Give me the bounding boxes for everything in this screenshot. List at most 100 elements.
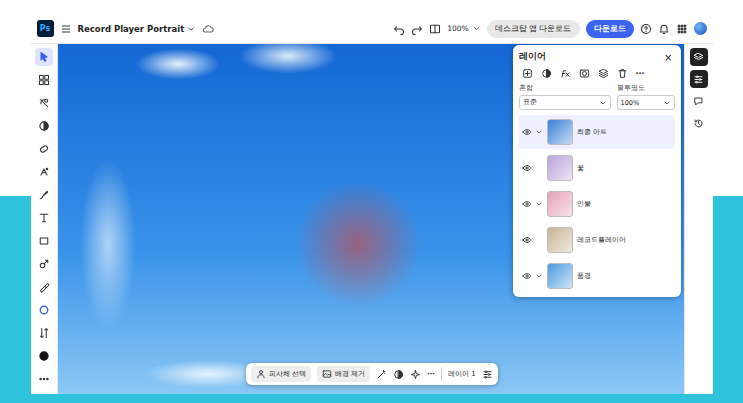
tool-button[interactable] <box>35 209 53 227</box>
mask-icon[interactable] <box>579 68 590 79</box>
tool-button[interactable] <box>35 232 53 250</box>
eyedropper-icon[interactable] <box>38 258 50 270</box>
expand-toggle[interactable] <box>536 272 543 280</box>
chevron-down-icon[interactable] <box>535 272 543 280</box>
wand-icon[interactable] <box>376 369 387 380</box>
person-icon[interactable] <box>256 369 266 379</box>
trash-icon[interactable] <box>617 68 628 79</box>
expand-toggle[interactable] <box>536 128 543 136</box>
blend-value[interactable]: 표준 <box>523 98 537 107</box>
app-logo[interactable]: Ps <box>37 20 54 37</box>
layer-row[interactable]: 최종 아트 <box>519 115 675 149</box>
comments-icon[interactable] <box>693 96 704 107</box>
canvas-photo[interactable]: 레이어×···혼합불투명도표준100%최종 아트꽃인물레코드플레이어풍경피사체 … <box>58 44 684 394</box>
undo-icon[interactable] <box>393 23 405 35</box>
layer-name[interactable]: 꽃 <box>577 163 584 173</box>
move-icon[interactable] <box>38 51 50 63</box>
eraser-icon[interactable] <box>38 281 50 293</box>
avatar-icon[interactable] <box>694 22 707 35</box>
tool-button[interactable] <box>35 370 53 388</box>
rail-button[interactable] <box>690 70 708 88</box>
chevron-down-icon[interactable] <box>663 99 671 107</box>
eye-icon[interactable] <box>522 127 532 137</box>
layer-name[interactable]: 레코드플레이어 <box>577 235 626 245</box>
tool-button[interactable] <box>35 94 53 112</box>
chevron-down-icon[interactable] <box>535 200 543 208</box>
tool-button[interactable] <box>35 140 53 158</box>
eye-icon[interactable] <box>522 235 532 245</box>
rail-button[interactable] <box>690 114 708 132</box>
type-icon[interactable] <box>38 212 50 224</box>
contrast-icon[interactable] <box>393 369 404 380</box>
brush-icon[interactable] <box>38 189 50 201</box>
sliders-icon[interactable] <box>482 369 493 380</box>
adjust-icon[interactable] <box>38 120 50 132</box>
select-subject-button[interactable]: 피사체 선택 <box>251 366 311 382</box>
tool-button[interactable] <box>35 255 53 273</box>
clone-icon[interactable] <box>38 166 50 178</box>
tool-button[interactable] <box>35 163 53 181</box>
more-button[interactable]: ··· <box>427 370 435 378</box>
layers-icon[interactable] <box>693 52 704 63</box>
swap-icon[interactable] <box>38 327 50 339</box>
eye-icon[interactable] <box>522 199 532 209</box>
blend-mode-dropdown[interactable]: 표준 <box>519 95 611 110</box>
fill-color-icon[interactable] <box>38 350 50 362</box>
tool-button[interactable] <box>35 301 53 319</box>
layer-name[interactable]: 인물 <box>577 199 591 209</box>
document-title[interactable]: Record Player Portrait <box>78 24 197 34</box>
task-label[interactable]: 피사체 선택 <box>269 369 306 379</box>
tool-button[interactable] <box>35 324 53 342</box>
chevron-down-icon[interactable] <box>599 99 607 107</box>
layer-row[interactable]: 인물 <box>519 187 675 221</box>
heal-icon[interactable] <box>38 143 50 155</box>
chevron-down-icon[interactable] <box>186 24 196 34</box>
history-icon[interactable] <box>693 118 704 129</box>
help-icon[interactable] <box>640 23 652 35</box>
adjustment-icon[interactable] <box>541 68 552 79</box>
opacity-value[interactable]: 100% <box>621 99 640 107</box>
layer-name[interactable]: 풍경 <box>577 271 591 281</box>
remove-background-button[interactable]: 배경 제거 <box>317 366 370 382</box>
more-tools-icon[interactable] <box>38 373 50 385</box>
tool-button[interactable] <box>35 278 53 296</box>
add-layer-icon[interactable] <box>522 68 533 79</box>
opacity-dropdown[interactable]: 100% <box>617 95 675 110</box>
task-label[interactable]: 배경 제거 <box>335 369 365 379</box>
shape-icon[interactable] <box>38 235 50 247</box>
sparkle-icon[interactable] <box>410 369 421 380</box>
layer-row[interactable]: 풍경 <box>519 259 675 293</box>
layer-name[interactable]: 최종 아트 <box>577 127 607 137</box>
eye-icon[interactable] <box>522 163 532 173</box>
crop-icon[interactable] <box>38 97 50 109</box>
artboard-icon[interactable] <box>38 74 50 86</box>
chevron-down-icon[interactable] <box>472 24 481 33</box>
eye-icon[interactable] <box>522 271 532 281</box>
tool-button[interactable] <box>35 347 53 365</box>
tool-button[interactable] <box>35 117 53 135</box>
rail-button[interactable] <box>690 92 708 110</box>
close-button[interactable]: × <box>664 52 674 63</box>
document-name[interactable]: Record Player Portrait <box>78 24 185 34</box>
menu-icon[interactable] <box>60 23 72 35</box>
apps-grid-icon[interactable] <box>676 23 688 35</box>
bell-icon[interactable] <box>658 23 670 35</box>
current-layer[interactable]: 레이어 1 <box>448 369 476 379</box>
properties-icon[interactable] <box>693 74 704 85</box>
chevron-down-icon[interactable] <box>535 128 543 136</box>
layer-row[interactable]: 레코드플레이어 <box>519 223 675 257</box>
tool-button[interactable] <box>35 71 53 89</box>
compare-icon[interactable] <box>429 23 441 35</box>
redo-icon[interactable] <box>411 23 423 35</box>
stack-icon[interactable] <box>598 68 609 79</box>
stroke-color-icon[interactable] <box>38 304 50 316</box>
desktop-app-button[interactable]: 데스크탑 앱 다운로드 <box>487 20 580 38</box>
zoom-control[interactable]: 100% <box>447 24 480 33</box>
more-button[interactable]: ··· <box>636 69 645 78</box>
rail-button[interactable] <box>690 48 708 66</box>
tool-button[interactable] <box>35 48 53 66</box>
image-icon[interactable] <box>322 369 332 379</box>
layer-row[interactable]: 꽃 <box>519 151 675 185</box>
download-button[interactable]: 다운로드 <box>586 20 634 38</box>
expand-toggle[interactable] <box>536 200 543 208</box>
